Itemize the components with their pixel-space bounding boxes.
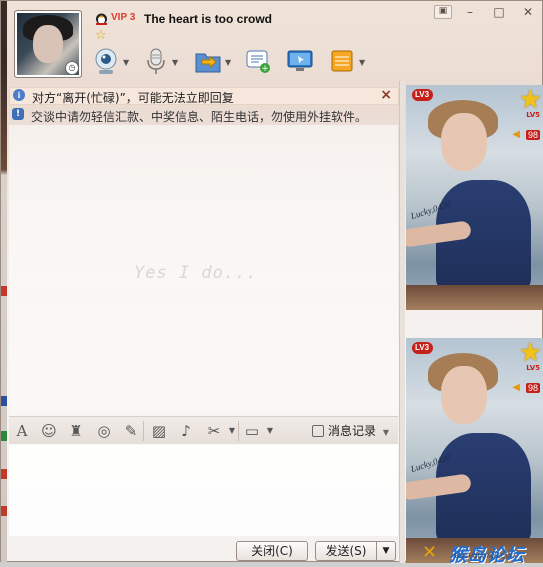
chevron-down-icon: ▼: [172, 58, 179, 67]
send-image-button[interactable]: ▨: [150, 422, 168, 440]
close-notice-button[interactable]: ×: [380, 87, 392, 103]
level-badge: LV3: [412, 342, 434, 354]
contact-show-photo[interactable]: Lucky,0420 LV3 ★ LV5 ◀ 98: [406, 85, 543, 310]
magic-face-button[interactable]: ♜: [67, 422, 85, 440]
contact-avatar[interactable]: ◷: [14, 10, 82, 78]
message-history-button[interactable]: 消息记录 ▼: [312, 422, 389, 439]
star-icon: ★: [518, 85, 542, 115]
star-icon: ★: [518, 338, 542, 368]
background-window-edge: [1, 1, 7, 563]
message-history-label: 消息记录: [328, 424, 377, 438]
screenshot-button[interactable]: ✂: [205, 422, 223, 440]
contact-nickname: The heart is too crowd: [144, 12, 273, 26]
info-icon: i: [13, 89, 25, 101]
safety-tip-text: 交谈中请勿轻信汇款、中奖信息、陌生电话，勿使用外挂软件。: [31, 110, 368, 124]
folder-transfer-icon: [195, 53, 221, 73]
level-small-label: LV5: [526, 364, 540, 372]
microphone-icon: [147, 48, 165, 74]
briefcase-button[interactable]: ▭: [243, 422, 261, 440]
footer-bar: 关闭(C) 发送(S) ▼: [9, 537, 398, 563]
chat-window: ◷ VIP 3 The heart is too crowd ☆ ▣ – □ ✕…: [0, 0, 543, 566]
format-toolbar: A ☺ ♜ ◎ ✎ ▨ ♪ ✂ ▼ ▭ ▼ 消息记录 ▼: [9, 416, 398, 445]
skin-button[interactable]: ▣: [434, 5, 452, 19]
send-sms-button[interactable]: +: [244, 47, 272, 77]
message-input[interactable]: [9, 444, 398, 536]
safety-tip: ! 交谈中请勿轻信汇款、中奖信息、陌生电话，勿使用外挂软件。: [9, 107, 397, 124]
penguin-icon: [96, 13, 107, 25]
panel-divider[interactable]: [399, 81, 405, 563]
app-box-button[interactable]: ▼: [329, 47, 369, 77]
font-style-button[interactable]: A: [13, 422, 31, 440]
remote-assist-icon: [287, 50, 313, 71]
emoji-button[interactable]: ☺: [40, 422, 58, 440]
shield-icon: !: [12, 108, 24, 120]
chevron-down-icon: ▼: [123, 58, 130, 67]
chat-background-text: Yes I do...: [134, 263, 258, 283]
member-star-icon: ☆: [95, 28, 107, 43]
svg-text:+: +: [261, 64, 269, 74]
sms-icon: +: [246, 50, 270, 74]
handwriting-button[interactable]: ✎: [122, 422, 140, 440]
x-logo-icon: ✕: [422, 542, 438, 563]
minimize-button[interactable]: –: [460, 5, 480, 21]
speaker-icon[interactable]: ◀: [512, 129, 520, 140]
vip-badge: VIP 3: [111, 12, 136, 23]
app-box-icon: [331, 50, 353, 72]
away-notice-bar: i 对方“离开(忙碌)”，可能无法立即回复 ×: [9, 87, 399, 105]
speaker-icon[interactable]: ◀: [512, 382, 520, 393]
calendar-icon: [312, 425, 324, 437]
send-button[interactable]: 发送(S): [315, 541, 377, 561]
video-call-button[interactable]: ▼: [93, 47, 133, 77]
level-badge: LV3: [412, 89, 434, 101]
music-button[interactable]: ♪: [177, 422, 195, 440]
status-clock-icon: ◷: [65, 61, 79, 75]
close-button[interactable]: 关闭(C): [236, 541, 308, 561]
webcam-icon: [95, 48, 117, 74]
chevron-down-icon: ▼: [359, 58, 366, 67]
chevron-down-icon: ▼: [225, 58, 232, 67]
chevron-down-icon: ▼: [382, 428, 389, 437]
voice-call-button[interactable]: ▼: [144, 47, 184, 77]
send-file-button[interactable]: ▼: [194, 47, 236, 77]
forum-watermark-url: BBS.HOUDAO.COM: [455, 554, 511, 560]
my-show-photo[interactable]: Lucky,0420 LV3 ★ LV5 ◀ 98: [406, 338, 543, 563]
send-options-button[interactable]: ▼: [376, 541, 396, 561]
maximize-button[interactable]: □: [489, 5, 509, 21]
shake-button[interactable]: ◎: [95, 422, 113, 440]
volume-count: 98: [525, 383, 540, 393]
away-notice-text: 对方“离开(忙碌)”，可能无法立即回复: [32, 91, 234, 105]
remote-assist-button[interactable]: [286, 47, 314, 77]
close-window-button[interactable]: ✕: [518, 5, 538, 21]
volume-count: 98: [525, 130, 540, 140]
level-small-label: LV5: [526, 111, 540, 119]
chevron-down-icon[interactable]: ▼: [261, 422, 279, 440]
